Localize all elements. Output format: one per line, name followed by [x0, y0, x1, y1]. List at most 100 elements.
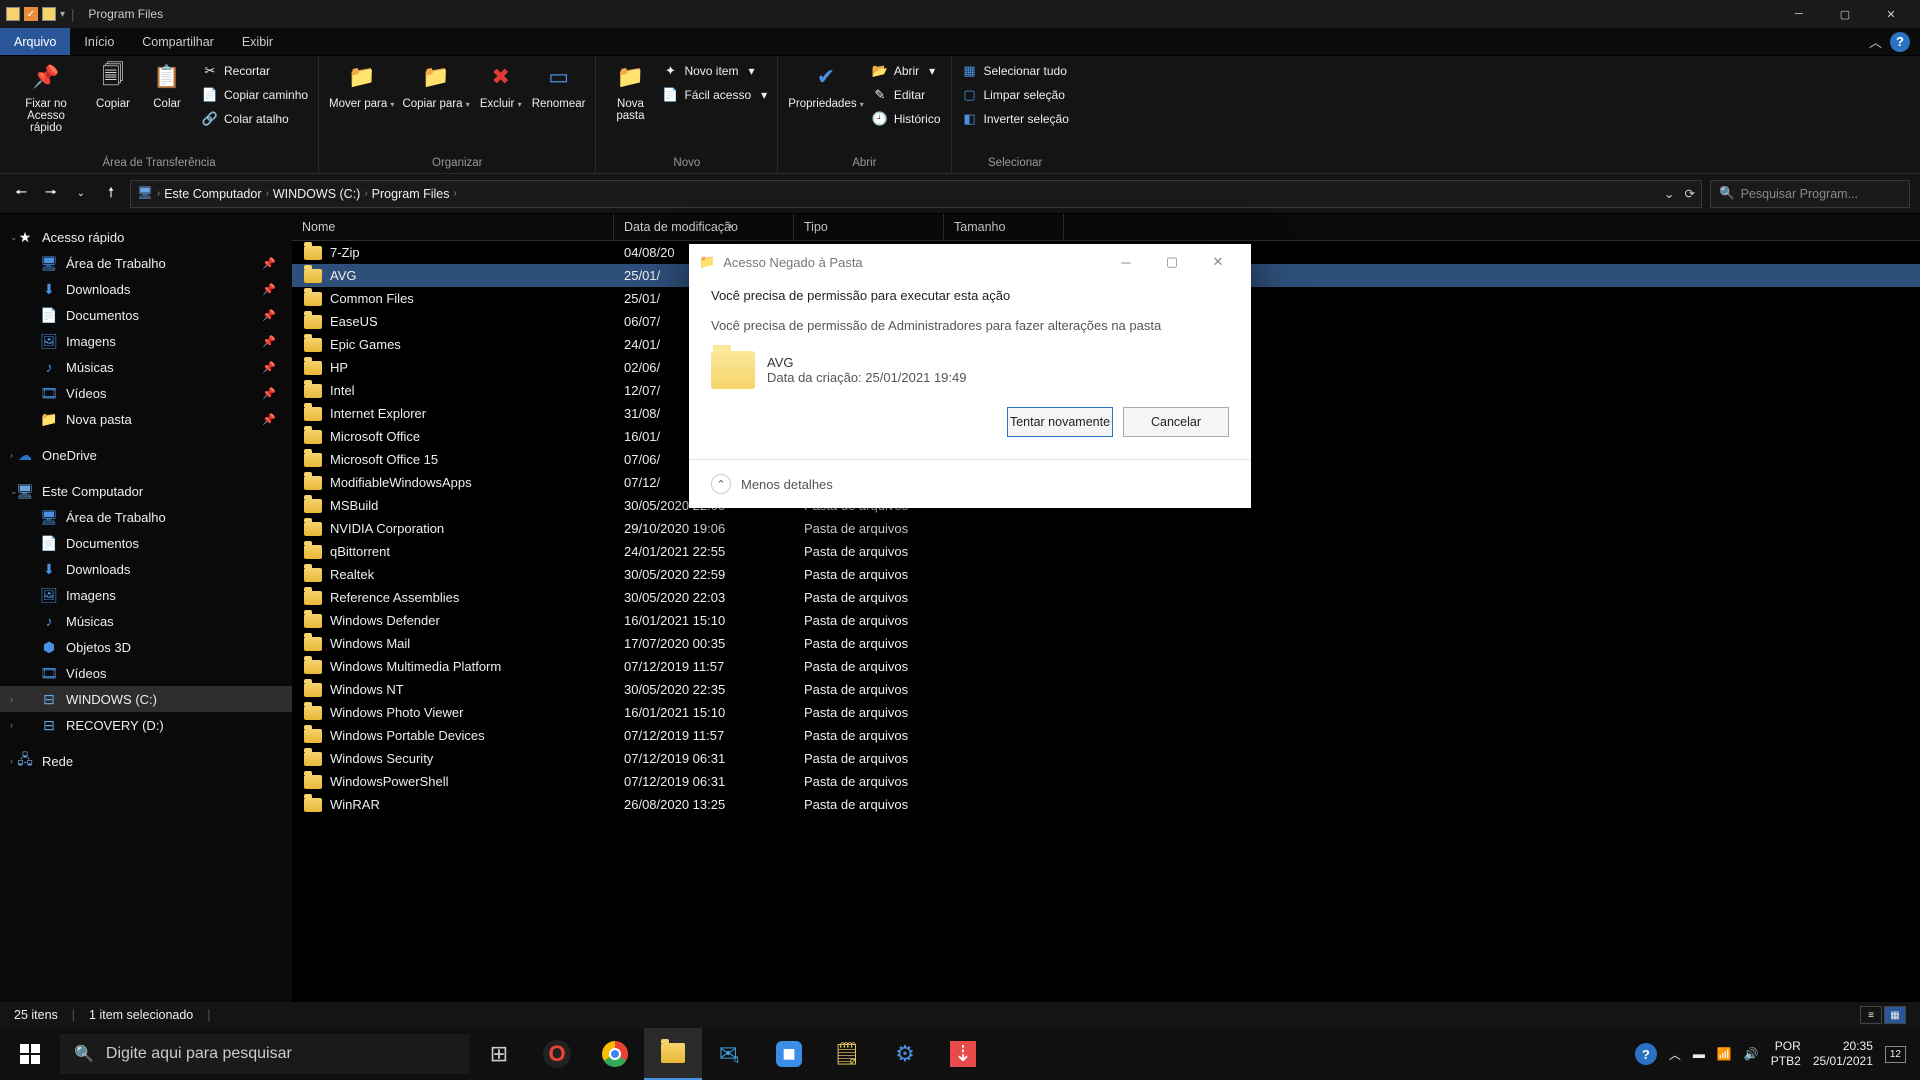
tab-share[interactable]: Compartilhar — [128, 28, 228, 55]
invert-selection-button[interactable]: ◧Inverter seleção — [962, 108, 1069, 130]
sidebar-network[interactable]: ›🖧Rede — [0, 748, 292, 774]
sidebar-objects3d[interactable]: ⬢Objetos 3D — [0, 634, 292, 660]
paste-button[interactable]: 📋 Colar — [144, 60, 190, 110]
table-row[interactable]: Windows Security07/12/2019 06:31Pasta de… — [292, 747, 1920, 770]
column-size[interactable]: Tamanho — [944, 214, 1064, 240]
tab-view[interactable]: Exibir — [228, 28, 287, 55]
sidebar-documents-pc[interactable]: 📄Documentos — [0, 530, 292, 556]
sidebar-desktop-pc[interactable]: 🖥Área de Trabalho — [0, 504, 292, 530]
table-row[interactable]: Windows Photo Viewer16/01/2021 15:10Past… — [292, 701, 1920, 724]
sidebar-documents[interactable]: 📄Documentos📌 — [0, 302, 292, 328]
rename-button[interactable]: ▭Renomear — [532, 60, 586, 110]
copy-path-button[interactable]: 📄Copiar caminho — [202, 84, 308, 106]
new-folder-button[interactable]: 📁Nova pasta — [606, 60, 654, 122]
paste-shortcut-button[interactable]: 🔗Colar atalho — [202, 108, 308, 130]
table-row[interactable]: NVIDIA Corporation29/10/2020 19:06Pasta … — [292, 517, 1920, 540]
dialog-close[interactable]: ✕ — [1195, 244, 1241, 280]
move-to-button[interactable]: 📁Mover para ▾ — [329, 60, 394, 110]
maximize-button[interactable]: ▢ — [1822, 0, 1868, 28]
task-view-button[interactable]: ⊞ — [470, 1028, 528, 1080]
retry-button[interactable]: Tentar novamente — [1007, 407, 1113, 437]
sidebar-pictures[interactable]: 🖼Imagens📌 — [0, 328, 292, 354]
taskbar-opera[interactable]: O — [528, 1028, 586, 1080]
notifications-icon[interactable]: 12 — [1885, 1046, 1906, 1063]
taskbar-search[interactable]: 🔍 Digite aqui para pesquisar — [60, 1034, 470, 1074]
battery-icon[interactable]: ▬ — [1693, 1047, 1705, 1061]
forward-button[interactable]: 🠖 — [40, 182, 62, 206]
taskbar-notes[interactable]: 🗒 — [818, 1028, 876, 1080]
new-item-button[interactable]: ✦Novo item▾ — [662, 60, 767, 82]
select-none-button[interactable]: ▢Limpar seleção — [962, 84, 1069, 106]
tab-home[interactable]: Início — [70, 28, 128, 55]
refresh-icon[interactable]: ⟳ — [1685, 186, 1695, 201]
sidebar-videos-pc[interactable]: 🎞Vídeos — [0, 660, 292, 686]
table-row[interactable]: Realtek30/05/2020 22:59Pasta de arquivos — [292, 563, 1920, 586]
dialog-more-details[interactable]: ⌃ Menos detalhes — [689, 459, 1251, 508]
sidebar-this-pc[interactable]: ⌄🖥Este Computador — [0, 478, 292, 504]
sidebar-quick-access[interactable]: ⌄★Acesso rápido — [0, 224, 292, 250]
breadcrumb[interactable]: 🖥 › Este Computador › WINDOWS (C:) › Pro… — [130, 180, 1702, 208]
select-all-button[interactable]: ▦Selecionar tudo — [962, 60, 1069, 82]
minimize-button[interactable]: ─ — [1776, 0, 1822, 28]
tray-overflow-icon[interactable]: ︿ — [1669, 1046, 1681, 1063]
sidebar-new-folder[interactable]: 📁Nova pasta📌 — [0, 406, 292, 432]
cancel-button[interactable]: Cancelar — [1123, 407, 1229, 437]
breadcrumb-item[interactable]: WINDOWS (C:) — [273, 187, 360, 201]
taskbar-zoom[interactable]: ■ — [760, 1028, 818, 1080]
sidebar-pictures-pc[interactable]: 🖼Imagens — [0, 582, 292, 608]
easy-access-button[interactable]: 📄Fácil acesso▾ — [662, 84, 767, 106]
open-button[interactable]: 📂Abrir▾ — [872, 60, 941, 82]
sidebar-desktop[interactable]: 🖥Área de Trabalho📌 — [0, 250, 292, 276]
breadcrumb-item[interactable]: Program Files — [372, 187, 450, 201]
collapse-ribbon-icon[interactable]: ︿ — [1869, 32, 1882, 51]
cut-button[interactable]: ✂Recortar — [202, 60, 308, 82]
dialog-minimize[interactable]: ─ — [1103, 244, 1149, 280]
sidebar-music-pc[interactable]: ♪Músicas — [0, 608, 292, 634]
tab-file[interactable]: Arquivo — [0, 28, 70, 55]
column-name[interactable]: Nome▴ — [292, 214, 614, 240]
taskbar-chrome[interactable] — [586, 1028, 644, 1080]
table-row[interactable]: Windows Multimedia Platform07/12/2019 11… — [292, 655, 1920, 678]
taskbar-mail[interactable]: ✉4 — [702, 1028, 760, 1080]
checkbox-icon[interactable]: ✓ — [24, 7, 38, 21]
pin-quick-access-button[interactable]: 📌 Fixar no Acesso rápido — [10, 60, 82, 134]
sidebar-drive-d[interactable]: ›⊟RECOVERY (D:) — [0, 712, 292, 738]
search-input[interactable]: 🔍 Pesquisar Program... — [1710, 180, 1910, 208]
column-date[interactable]: Data de modificação — [614, 214, 794, 240]
sidebar-onedrive[interactable]: ›☁OneDrive — [0, 442, 292, 468]
table-row[interactable]: Windows Portable Devices07/12/2019 11:57… — [292, 724, 1920, 747]
sidebar-downloads-pc[interactable]: ⬇Downloads — [0, 556, 292, 582]
sidebar-downloads[interactable]: ⬇Downloads📌 — [0, 276, 292, 302]
table-row[interactable]: Reference Assemblies30/05/2020 22:03Past… — [292, 586, 1920, 609]
taskbar-settings[interactable]: ⚙ — [876, 1028, 934, 1080]
volume-icon[interactable]: 🔊 — [1744, 1047, 1759, 1061]
copy-to-button[interactable]: 📁Copiar para ▾ — [402, 60, 469, 110]
close-button[interactable]: ✕ — [1868, 0, 1914, 28]
table-row[interactable]: Windows NT30/05/2020 22:35Pasta de arqui… — [292, 678, 1920, 701]
language-indicator[interactable]: PORPTB2 — [1771, 1039, 1801, 1069]
history-button[interactable]: 🕘Histórico — [872, 108, 941, 130]
wifi-icon[interactable]: 📶 — [1717, 1047, 1732, 1061]
taskbar-explorer[interactable] — [644, 1028, 702, 1080]
properties-button[interactable]: ✔Propriedades ▾ — [788, 60, 864, 110]
column-type[interactable]: Tipo — [794, 214, 944, 240]
chevron-down-icon[interactable]: ⌄ — [1664, 186, 1674, 201]
copy-button[interactable]: 🗐 Copiar — [90, 60, 136, 110]
edit-button[interactable]: ✎Editar — [872, 84, 941, 106]
help-icon[interactable]: ? — [1890, 32, 1910, 52]
dialog-maximize[interactable]: ▢ — [1149, 244, 1195, 280]
view-large-button[interactable]: ▦ — [1884, 1006, 1906, 1024]
qat-overflow-icon[interactable]: ▾ — [60, 9, 65, 20]
up-button[interactable]: 🠕 — [100, 182, 122, 206]
view-details-button[interactable]: ≡ — [1860, 1006, 1882, 1024]
table-row[interactable]: WinRAR26/08/2020 13:25Pasta de arquivos — [292, 793, 1920, 816]
taskbar-app[interactable]: ⇣ — [934, 1028, 992, 1080]
table-row[interactable]: qBittorrent24/01/2021 22:55Pasta de arqu… — [292, 540, 1920, 563]
delete-button[interactable]: ✖Excluir ▾ — [478, 60, 524, 110]
table-row[interactable]: Windows Defender16/01/2021 15:10Pasta de… — [292, 609, 1920, 632]
help-tray-icon[interactable]: ? — [1635, 1043, 1657, 1065]
sidebar-music[interactable]: ♪Músicas📌 — [0, 354, 292, 380]
table-row[interactable]: WindowsPowerShell07/12/2019 06:31Pasta d… — [292, 770, 1920, 793]
start-button[interactable] — [0, 1028, 60, 1080]
recent-button[interactable]: ⌄ — [70, 188, 92, 199]
